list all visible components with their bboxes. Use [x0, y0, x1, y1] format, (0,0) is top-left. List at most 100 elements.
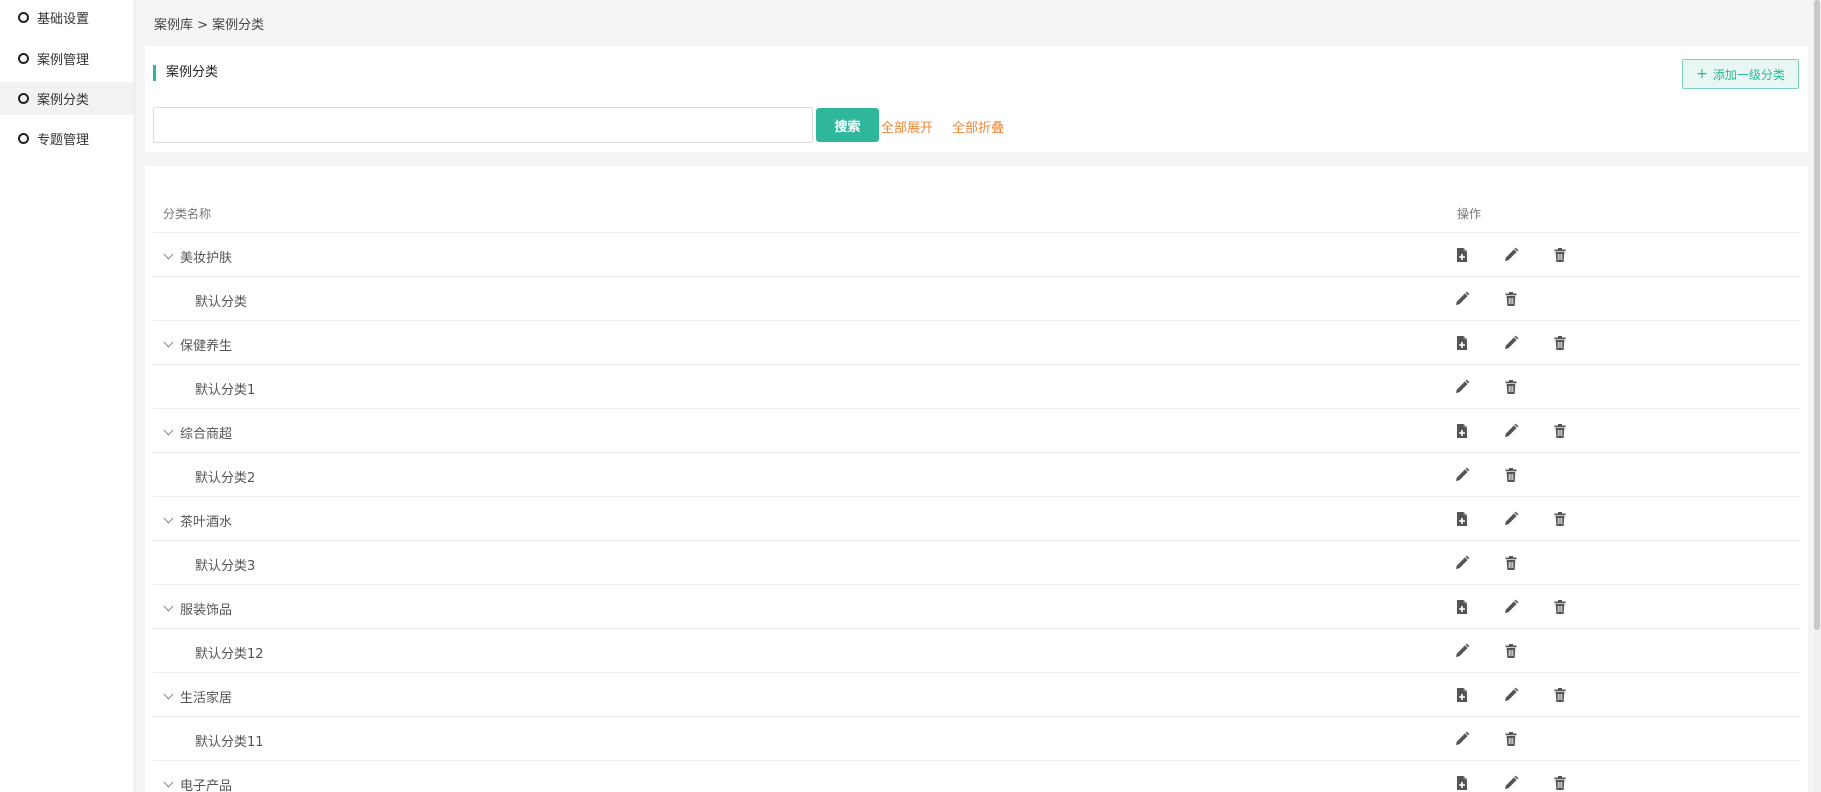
chevron-down-icon[interactable] [163, 249, 174, 260]
category-name-cell: 默认分类3 [195, 555, 255, 574]
subcategory-row: 默认分类12 [153, 629, 1800, 673]
add-subcategory-button[interactable] [1454, 247, 1470, 263]
delete-button[interactable] [1503, 467, 1519, 483]
delete-button[interactable] [1503, 555, 1519, 571]
edit-button[interactable] [1454, 467, 1470, 483]
chevron-down-icon[interactable] [163, 601, 174, 612]
file-plus-icon [1454, 511, 1470, 527]
column-header-name: 分类名称 [163, 207, 212, 221]
category-name-cell: 生活家居 [163, 687, 232, 706]
page-scrollbar[interactable] [1813, 0, 1821, 792]
delete-button[interactable] [1503, 643, 1519, 659]
category-row: 茶叶酒水 [153, 497, 1800, 541]
edit-button[interactable] [1503, 511, 1519, 527]
add-top-category-label: 添加一级分类 [1712, 67, 1785, 82]
trash-icon [1503, 555, 1519, 571]
category-panel-header: 案例分类 + 添加一级分类 搜索 全部展开 全部折叠 [145, 46, 1808, 152]
scrollbar-thumb[interactable] [1814, 0, 1820, 630]
circle-icon [18, 12, 29, 23]
search-input[interactable] [153, 107, 813, 143]
search-button[interactable]: 搜索 [816, 108, 879, 142]
sidebar-item-label: 专题管理 [37, 133, 90, 148]
category-name: 默认分类 [195, 295, 248, 310]
pencil-icon [1503, 423, 1519, 439]
edit-button[interactable] [1503, 423, 1519, 439]
delete-button[interactable] [1552, 335, 1568, 351]
sidebar-item[interactable]: 案例管理 [0, 42, 134, 75]
trash-icon [1503, 291, 1519, 307]
subcategory-row: 默认分类1 [153, 365, 1800, 409]
main-content: 案例库 > 案例分类 案例分类 + 添加一级分类 搜索 全部展开 全部折叠 分类… [136, 0, 1821, 792]
row-actions [1454, 379, 1552, 395]
trash-icon [1503, 643, 1519, 659]
add-top-category-button[interactable]: + 添加一级分类 [1682, 59, 1799, 89]
edit-button[interactable] [1454, 643, 1470, 659]
sidebar-item[interactable]: 基础设置 [0, 0, 134, 35]
circle-icon [18, 93, 29, 104]
row-actions [1454, 335, 1601, 351]
table-header: 分类名称 操作 [153, 196, 1800, 233]
category-name-cell: 默认分类12 [195, 643, 264, 662]
trash-icon [1552, 687, 1568, 703]
add-subcategory-button[interactable] [1454, 511, 1470, 527]
row-actions [1454, 775, 1601, 791]
delete-button[interactable] [1552, 687, 1568, 703]
pencil-icon [1503, 775, 1519, 791]
add-subcategory-button[interactable] [1454, 775, 1470, 791]
expand-all-button[interactable]: 全部展开 [881, 117, 933, 136]
category-name: 默认分类2 [195, 471, 256, 486]
delete-button[interactable] [1503, 291, 1519, 307]
delete-button[interactable] [1552, 511, 1568, 527]
add-subcategory-button[interactable] [1454, 335, 1470, 351]
sidebar: 基础设置案例管理案例分类专题管理 [0, 0, 135, 792]
sidebar-item-label: 案例管理 [37, 53, 90, 68]
edit-button[interactable] [1503, 335, 1519, 351]
row-actions [1454, 291, 1552, 307]
delete-button[interactable] [1503, 731, 1519, 747]
chevron-down-icon[interactable] [163, 777, 174, 788]
sidebar-item[interactable]: 专题管理 [0, 122, 134, 155]
delete-button[interactable] [1552, 775, 1568, 791]
trash-icon [1552, 511, 1568, 527]
edit-button[interactable] [1454, 291, 1470, 307]
category-name: 服装饰品 [180, 603, 233, 618]
add-subcategory-button[interactable] [1454, 423, 1470, 439]
sidebar-item-label: 基础设置 [37, 12, 90, 27]
circle-icon [18, 53, 29, 64]
delete-button[interactable] [1552, 599, 1568, 615]
pencil-icon [1454, 643, 1470, 659]
category-name: 电子产品 [180, 779, 233, 792]
file-plus-icon [1454, 599, 1470, 615]
category-name: 默认分类3 [195, 559, 256, 574]
category-name: 默认分类11 [195, 735, 264, 750]
row-actions [1454, 643, 1552, 659]
edit-button[interactable] [1503, 687, 1519, 703]
category-row: 综合商超 [153, 409, 1800, 453]
edit-button[interactable] [1503, 775, 1519, 791]
add-subcategory-button[interactable] [1454, 687, 1470, 703]
pencil-icon [1454, 555, 1470, 571]
pencil-icon [1454, 731, 1470, 747]
file-plus-icon [1454, 775, 1470, 791]
delete-button[interactable] [1552, 247, 1568, 263]
edit-button[interactable] [1503, 247, 1519, 263]
plus-icon: + [1696, 66, 1708, 82]
category-name-cell: 默认分类11 [195, 731, 264, 750]
edit-button[interactable] [1454, 379, 1470, 395]
chevron-down-icon[interactable] [163, 425, 174, 436]
delete-button[interactable] [1503, 379, 1519, 395]
edit-button[interactable] [1454, 731, 1470, 747]
edit-button[interactable] [1454, 555, 1470, 571]
pencil-icon [1503, 335, 1519, 351]
sidebar-item[interactable]: 案例分类 [0, 82, 134, 115]
add-subcategory-button[interactable] [1454, 599, 1470, 615]
circle-icon [18, 133, 29, 144]
category-name: 保健养生 [180, 339, 233, 354]
chevron-down-icon[interactable] [163, 689, 174, 700]
delete-button[interactable] [1552, 423, 1568, 439]
edit-button[interactable] [1503, 599, 1519, 615]
chevron-down-icon[interactable] [163, 513, 174, 524]
chevron-down-icon[interactable] [163, 337, 174, 348]
collapse-all-button[interactable]: 全部折叠 [952, 117, 1004, 136]
category-name-cell: 默认分类 [195, 291, 247, 310]
